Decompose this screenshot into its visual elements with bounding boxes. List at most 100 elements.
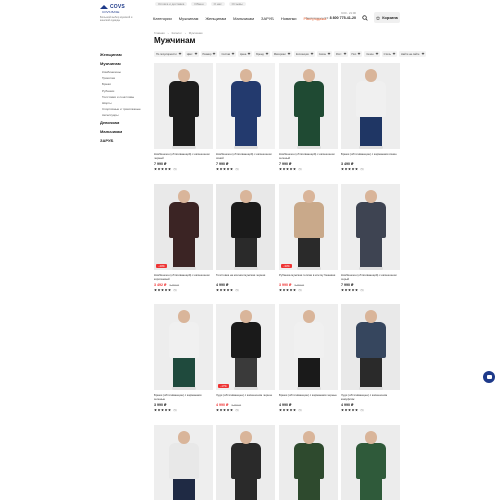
product-image[interactable] <box>154 63 213 149</box>
product-image[interactable] <box>216 63 275 149</box>
nav-item-men[interactable]: Мужчинам <box>179 16 199 21</box>
product-card[interactable]: −33% Рубашка мужская теплая в клетку беже… <box>279 184 338 292</box>
filter-dropdown[interactable]: Цена <box>238 51 253 57</box>
model-shoes <box>296 267 321 270</box>
top-link[interactable]: Оплата и доставка <box>155 2 188 6</box>
model-bottom <box>234 236 257 270</box>
product-card[interactable]: Комбинезон (обтягивающий) с капюшоном че… <box>154 63 213 171</box>
breadcrumb-separator: › <box>167 31 169 35</box>
filter-dropdown[interactable]: Пол <box>349 51 363 57</box>
product-name[interactable]: Комбинезон (обтягивающий) с капюшоном ко… <box>154 274 213 281</box>
product-name[interactable]: Худи (обтягивающее) с капюшоном черное <box>216 394 275 401</box>
filter-dropdown[interactable]: Сезон <box>316 51 332 57</box>
product-card[interactable] <box>154 425 213 500</box>
product-name[interactable]: Худи (обтягивающее) с капюшоном камуфляж <box>341 394 400 401</box>
product-card[interactable] <box>216 425 275 500</box>
product-price: 7 990 ₽ <box>341 283 400 287</box>
product-image[interactable] <box>154 304 213 390</box>
product-card[interactable] <box>279 425 338 500</box>
sidebar-category[interactable]: Мужчинам <box>100 61 150 66</box>
product-card[interactable]: Толстовка на молнии мужская черная 4 990 … <box>216 184 275 292</box>
top-link[interactable]: Обмен <box>191 2 207 6</box>
chevron-down-icon <box>231 51 235 55</box>
product-name[interactable]: Комбинезон (обтягивающий) с капюшоном че… <box>154 153 213 160</box>
nav-item-women[interactable]: Женщинам <box>205 16 226 21</box>
product-name[interactable]: Комбинезон (обтягивающий) с капюшоном си… <box>216 153 275 160</box>
filter-dropdown[interactable]: Размер <box>200 51 218 57</box>
filter-dropdown[interactable]: Цвет <box>184 51 199 57</box>
rating-count: (5) <box>360 408 364 412</box>
product-image[interactable] <box>216 425 275 500</box>
product-image[interactable]: −17% <box>216 304 275 390</box>
sidebar-subcategory[interactable]: Брюки <box>102 82 150 86</box>
product-name[interactable]: Рубашка мужская теплая в клетку бежевая <box>279 274 338 281</box>
product-image[interactable] <box>279 63 338 149</box>
model-bottom <box>234 356 257 390</box>
sidebar-category[interactable]: ЗАРУБ <box>100 138 150 143</box>
top-link[interactable]: Отзывы <box>228 2 246 6</box>
product-card[interactable]: −17% Худи (обтягивающее) с капюшоном черн… <box>216 304 275 412</box>
product-image[interactable] <box>341 304 400 390</box>
product-card[interactable]: Брюки (обтягивающие) с карманами черные 4… <box>279 304 338 412</box>
filter-dropdown[interactable]: Сезон <box>364 51 380 57</box>
breadcrumb-item[interactable]: Каталог <box>172 31 182 35</box>
product-image[interactable] <box>216 184 275 270</box>
product-image[interactable] <box>279 304 338 390</box>
product-card[interactable]: Комбинезон (обтягивающий) с капюшоном си… <box>216 63 275 171</box>
breadcrumb-item[interactable]: Главная <box>154 31 165 35</box>
filter-dropdown[interactable]: Коллекция <box>293 51 315 57</box>
filter-dropdown[interactable]: Бренд <box>254 51 270 57</box>
chat-button[interactable] <box>483 371 495 383</box>
product-card[interactable]: Худи (обтягивающее) с капюшоном камуфляж… <box>341 304 400 412</box>
product-card[interactable]: Комбинезон (обтягивающий) с капюшоном се… <box>341 184 400 292</box>
sidebar-subcategory[interactable]: Толстовки и лонгсливы <box>102 95 150 99</box>
product-image[interactable] <box>341 184 400 270</box>
model-head <box>302 69 315 82</box>
nav-item-categories[interactable]: Категории <box>153 16 172 21</box>
product-image[interactable] <box>341 63 400 149</box>
product-name[interactable]: Комбинезон (обтягивающий) с капюшоном зе… <box>279 153 338 160</box>
filter-dropdown[interactable]: Рост <box>334 51 348 57</box>
top-link[interactable]: О нас <box>210 2 225 6</box>
logo[interactable]: COVS COVS BASE Большой выбор мужской и ж… <box>100 4 145 22</box>
nav-item-new[interactable]: Новинки <box>281 16 297 21</box>
product-image[interactable] <box>279 425 338 500</box>
sidebar-category[interactable]: Мальчикам <box>100 129 150 134</box>
filter-dropdown[interactable]: По популярности <box>154 51 183 57</box>
product-image[interactable] <box>341 425 400 500</box>
sidebar-subcategory[interactable]: Комбинезоны <box>102 70 150 74</box>
product-name[interactable]: Толстовка на молнии мужская черная <box>216 274 275 281</box>
product-name[interactable]: Брюки (обтягивающие) с карманами черные <box>279 394 338 401</box>
filter-dropdown[interactable]: Материал <box>271 51 292 57</box>
product-name[interactable]: Комбинезон (обтягивающий) с капюшоном се… <box>341 274 400 281</box>
model-head <box>177 310 190 323</box>
sidebar-subcategory[interactable]: Шорты <box>102 101 150 105</box>
sidebar-subcategory[interactable]: Трикотаж <box>102 76 150 80</box>
product-name[interactable]: Брюки (обтягивающие) с карманами зеленые <box>154 394 213 401</box>
nav-item-zarub[interactable]: ЗАРУБ <box>261 16 274 21</box>
sidebar-subcategory[interactable]: Рубашки <box>102 89 150 93</box>
sidebar-subcategory[interactable]: Аксессуары <box>102 113 150 117</box>
filter-dropdown[interactable]: Найти на сайте <box>398 51 426 57</box>
product-image[interactable] <box>154 425 213 500</box>
sidebar-category[interactable]: Женщинам <box>100 52 150 57</box>
nav-item-boys[interactable]: Мальчикам <box>233 16 254 21</box>
sidebar-subcategory[interactable]: Спортивные и трикотажные <box>102 107 150 111</box>
filter-dropdown[interactable]: Состав <box>219 51 237 57</box>
product-card[interactable] <box>341 425 400 500</box>
product-image[interactable]: −33% <box>279 184 338 270</box>
filter-dropdown[interactable]: Стиль <box>381 51 397 57</box>
product-card[interactable]: Брюки (обтягивающие) с карманами синие 3 … <box>341 63 400 171</box>
product-card[interactable]: −40% Комбинезон (обтягивающий) с капюшоно… <box>154 184 213 292</box>
product-image[interactable]: −40% <box>154 184 213 270</box>
search-icon[interactable] <box>362 15 368 21</box>
model-shoes <box>358 146 383 149</box>
cart-button[interactable]: Корзина <box>374 12 400 23</box>
sidebar-category[interactable]: Девочкам <box>100 120 150 125</box>
product-card[interactable]: Брюки (обтягивающие) с карманами зеленые… <box>154 304 213 412</box>
product-card[interactable]: Комбинезон (обтягивающий) с капюшоном зе… <box>279 63 338 171</box>
product-price: 4 990 ₽ <box>341 403 400 407</box>
phone-number[interactable]: 8 800 775-41-20 <box>330 16 356 20</box>
star-icon <box>351 408 355 412</box>
product-name[interactable]: Брюки (обтягивающие) с карманами синие <box>341 153 400 160</box>
